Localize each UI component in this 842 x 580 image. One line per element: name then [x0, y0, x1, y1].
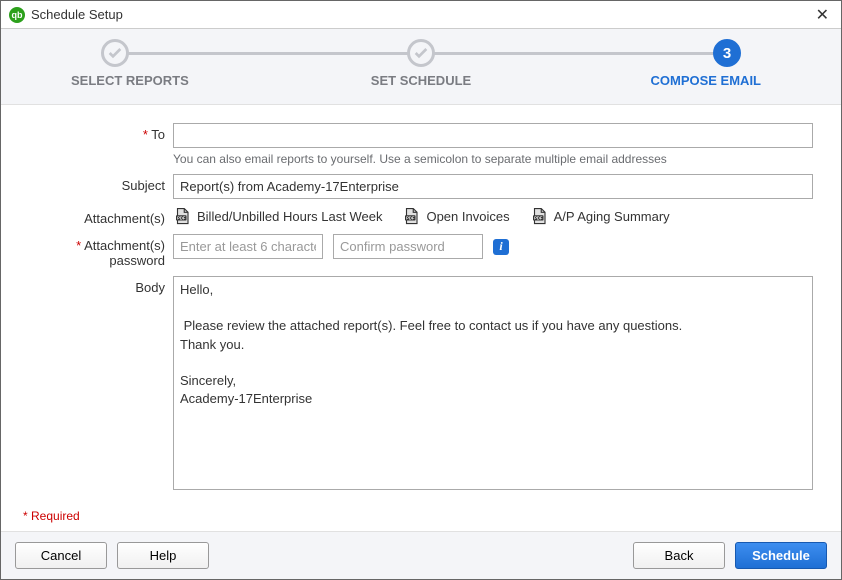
attachment-item: PDF Billed/Unbilled Hours Last Week: [173, 207, 382, 225]
check-icon: [413, 45, 429, 61]
dialog-footer: Cancel Help Back Schedule: [1, 531, 841, 579]
svg-text:PDF: PDF: [534, 215, 543, 220]
password-label: * Attachment(s) password: [23, 234, 173, 268]
subject-label: Subject: [23, 174, 173, 199]
svg-text:PDF: PDF: [177, 215, 186, 220]
attachment-name: A/P Aging Summary: [554, 209, 670, 224]
step-label-2: SET SCHEDULE: [341, 73, 501, 88]
step-label-3: COMPOSE EMAIL: [581, 73, 761, 88]
step-connector: [127, 52, 409, 55]
pdf-icon: PDF: [530, 207, 548, 225]
body-textarea[interactable]: [173, 276, 813, 490]
cancel-button[interactable]: Cancel: [15, 542, 107, 569]
close-icon[interactable]: ✕: [812, 5, 833, 25]
to-label: * To: [23, 123, 173, 166]
window-title: Schedule Setup: [31, 7, 123, 22]
subject-input[interactable]: [173, 174, 813, 199]
attachment-name: Open Invoices: [426, 209, 509, 224]
svg-text:PDF: PDF: [407, 215, 416, 220]
titlebar: qb Schedule Setup ✕: [1, 1, 841, 29]
step-number: 3: [713, 39, 741, 67]
attachment-item: PDF A/P Aging Summary: [530, 207, 670, 225]
step-select-reports[interactable]: [101, 39, 129, 67]
required-note: * Required: [23, 503, 819, 523]
schedule-setup-dialog: qb Schedule Setup ✕ 3 SELECT REPORTS SET…: [0, 0, 842, 580]
step-compose-email[interactable]: 3: [713, 39, 741, 67]
help-button[interactable]: Help: [117, 542, 209, 569]
step-connector: [433, 52, 715, 55]
step-set-schedule[interactable]: [407, 39, 435, 67]
attachments-label: Attachment(s): [23, 207, 173, 226]
info-icon[interactable]: i: [493, 239, 509, 255]
step-label-1: SELECT REPORTS: [71, 73, 261, 88]
password-input[interactable]: [173, 234, 323, 259]
pdf-icon: PDF: [402, 207, 420, 225]
pdf-icon: PDF: [173, 207, 191, 225]
body-label: Body: [23, 276, 173, 495]
app-icon: qb: [9, 7, 25, 23]
attachment-item: PDF Open Invoices: [402, 207, 509, 225]
password-confirm-input[interactable]: [333, 234, 483, 259]
check-icon: [107, 45, 123, 61]
to-input[interactable]: [173, 123, 813, 148]
form-content: * To You can also email reports to yours…: [1, 105, 841, 531]
schedule-button[interactable]: Schedule: [735, 542, 827, 569]
back-button[interactable]: Back: [633, 542, 725, 569]
to-helper: You can also email reports to yourself. …: [173, 152, 819, 166]
wizard-stepper: 3 SELECT REPORTS SET SCHEDULE COMPOSE EM…: [1, 29, 841, 105]
attachment-name: Billed/Unbilled Hours Last Week: [197, 209, 382, 224]
